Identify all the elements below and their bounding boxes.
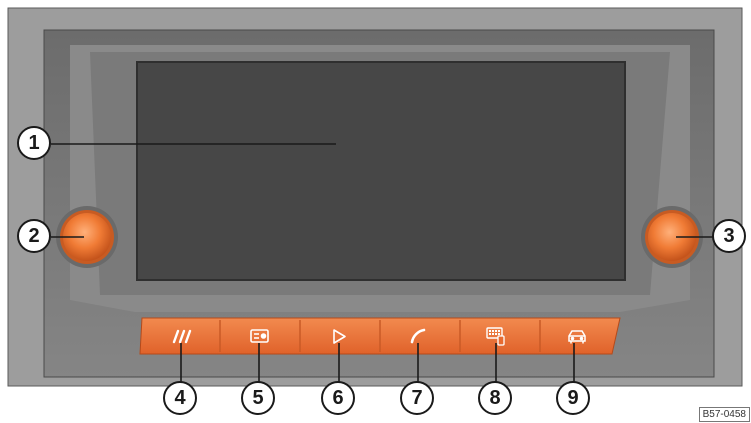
callout-9: 9 bbox=[556, 381, 590, 415]
media-button[interactable] bbox=[300, 318, 380, 354]
radio-button[interactable] bbox=[220, 318, 300, 354]
head-unit-diagram: 1 2 3 4 5 6 7 8 9 B57-0458 bbox=[0, 0, 751, 423]
callout-6: 6 bbox=[321, 381, 355, 415]
callout-3: 3 bbox=[712, 219, 746, 253]
callout-5: 5 bbox=[241, 381, 275, 415]
callout-2: 2 bbox=[17, 219, 51, 253]
callout-7: 7 bbox=[400, 381, 434, 415]
figure-reference-code: B57-0458 bbox=[698, 407, 750, 422]
callout-1: 1 bbox=[17, 126, 51, 160]
callout-8: 8 bbox=[478, 381, 512, 415]
phone-button[interactable] bbox=[380, 318, 460, 354]
head-unit-drawing bbox=[7, 7, 743, 387]
display-screen bbox=[136, 61, 626, 281]
callout-4: 4 bbox=[163, 381, 197, 415]
